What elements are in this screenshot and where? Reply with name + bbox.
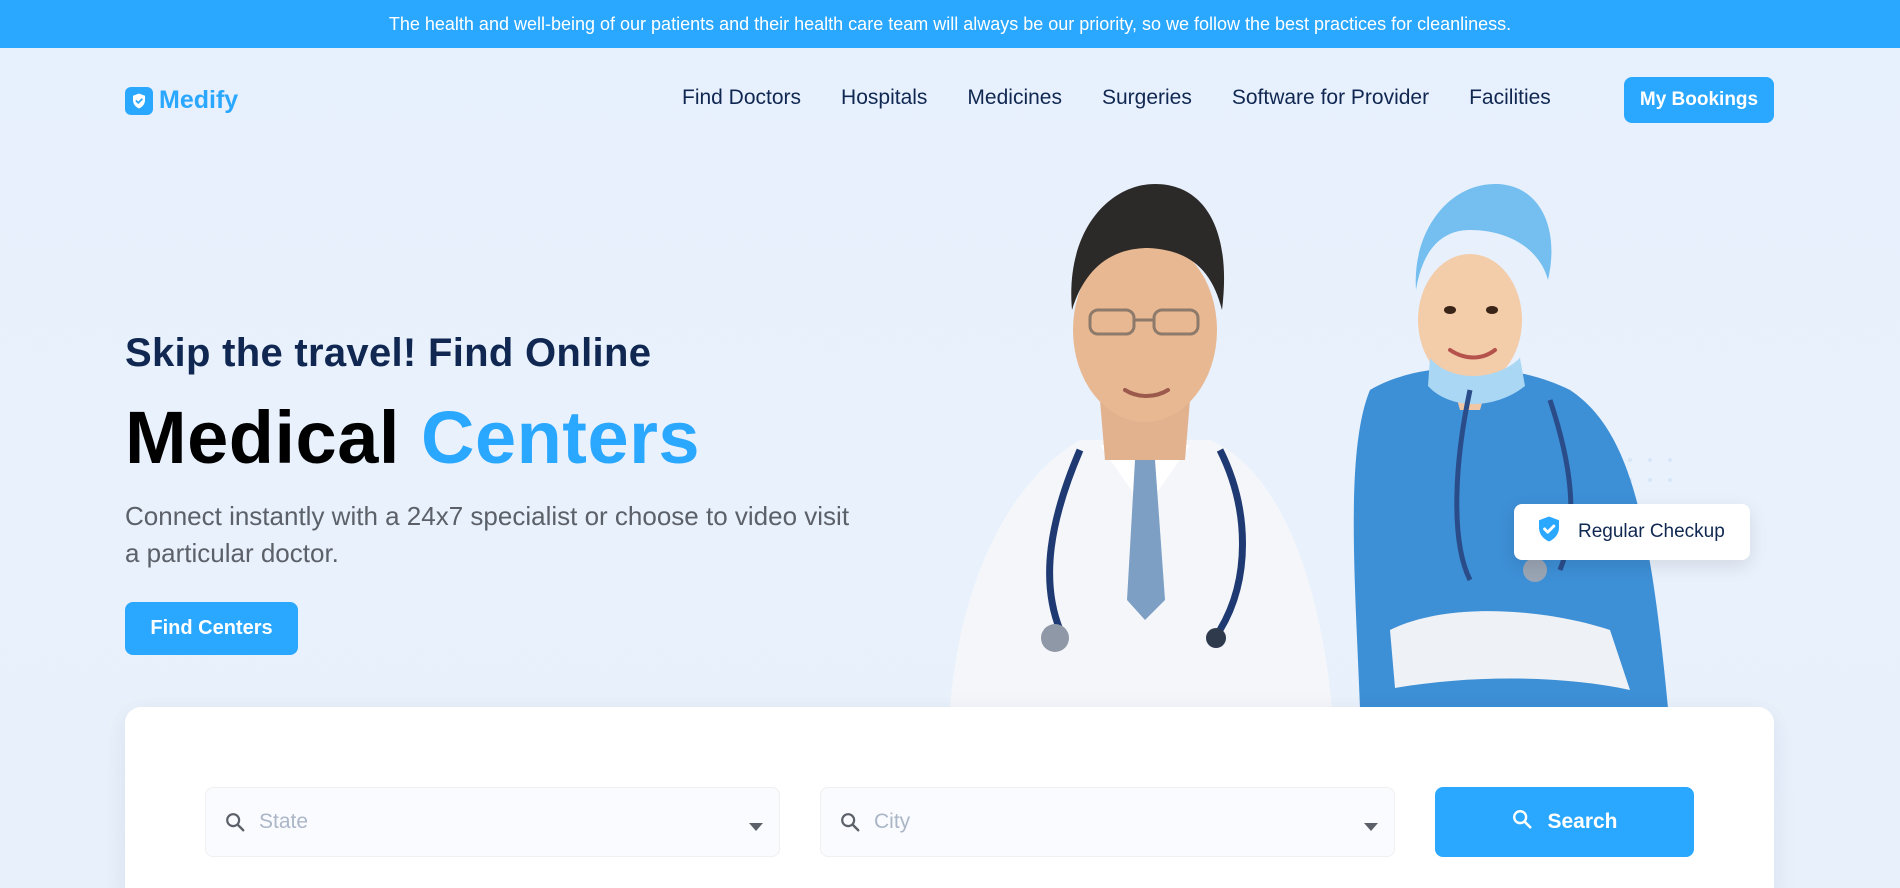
search-icon bbox=[224, 811, 246, 838]
shield-check-icon bbox=[1534, 514, 1564, 550]
hero-title: Medical Centers bbox=[125, 396, 885, 480]
announcement-text: The health and well-being of our patient… bbox=[388, 13, 1512, 34]
city-placeholder: City bbox=[874, 810, 911, 833]
nav-facilities[interactable]: Facilities bbox=[1469, 84, 1551, 112]
nav-hospitals[interactable]: Hospitals bbox=[841, 84, 927, 112]
navbar: Medify Find Doctors Hospitals Medicines … bbox=[0, 48, 1900, 152]
hero-description: Connect instantly with a 24x7 specialist… bbox=[125, 501, 850, 568]
doctors-illustration bbox=[950, 183, 1672, 708]
badge-label: Regular Checkup bbox=[1578, 521, 1725, 542]
search-icon bbox=[839, 811, 861, 838]
logo-link[interactable]: Medify bbox=[125, 86, 238, 115]
search-card: State City Search bbox=[125, 707, 1774, 888]
state-placeholder: State bbox=[259, 810, 309, 833]
hero-title-accent: Centers bbox=[421, 396, 701, 479]
announcement-bar: The health and well-being of our patient… bbox=[0, 0, 1900, 48]
my-bookings-button[interactable]: My Bookings bbox=[1624, 77, 1774, 123]
nav-links: Find Doctors Hospitals Medicines Surgeri… bbox=[682, 84, 1591, 112]
search-button[interactable]: Search bbox=[1435, 787, 1694, 857]
state-select[interactable]: State bbox=[205, 787, 780, 857]
regular-checkup-badge: Regular Checkup bbox=[1514, 504, 1750, 560]
hero-doctors-image bbox=[950, 160, 1730, 708]
logo-text: Medify bbox=[159, 86, 239, 114]
nav-surgeries[interactable]: Surgeries bbox=[1102, 84, 1192, 112]
nav-software-for-provider[interactable]: Software for Provider bbox=[1232, 84, 1429, 112]
hero-text: Skip the travel! Find Online Medical Cen… bbox=[125, 328, 885, 572]
search-icon bbox=[1511, 808, 1533, 836]
shield-logo-icon bbox=[125, 86, 153, 115]
nav-medicines[interactable]: Medicines bbox=[967, 84, 1062, 112]
hero-subtitle: Skip the travel! Find Online bbox=[125, 331, 652, 375]
caret-down-icon bbox=[749, 819, 763, 837]
search-button-label: Search bbox=[1547, 810, 1618, 833]
city-select[interactable]: City bbox=[820, 787, 1395, 857]
caret-down-icon bbox=[1364, 819, 1378, 837]
nav-find-doctors[interactable]: Find Doctors bbox=[682, 84, 801, 112]
find-centers-button[interactable]: Find Centers bbox=[125, 602, 298, 655]
hero-title-main: Medical bbox=[125, 396, 400, 479]
